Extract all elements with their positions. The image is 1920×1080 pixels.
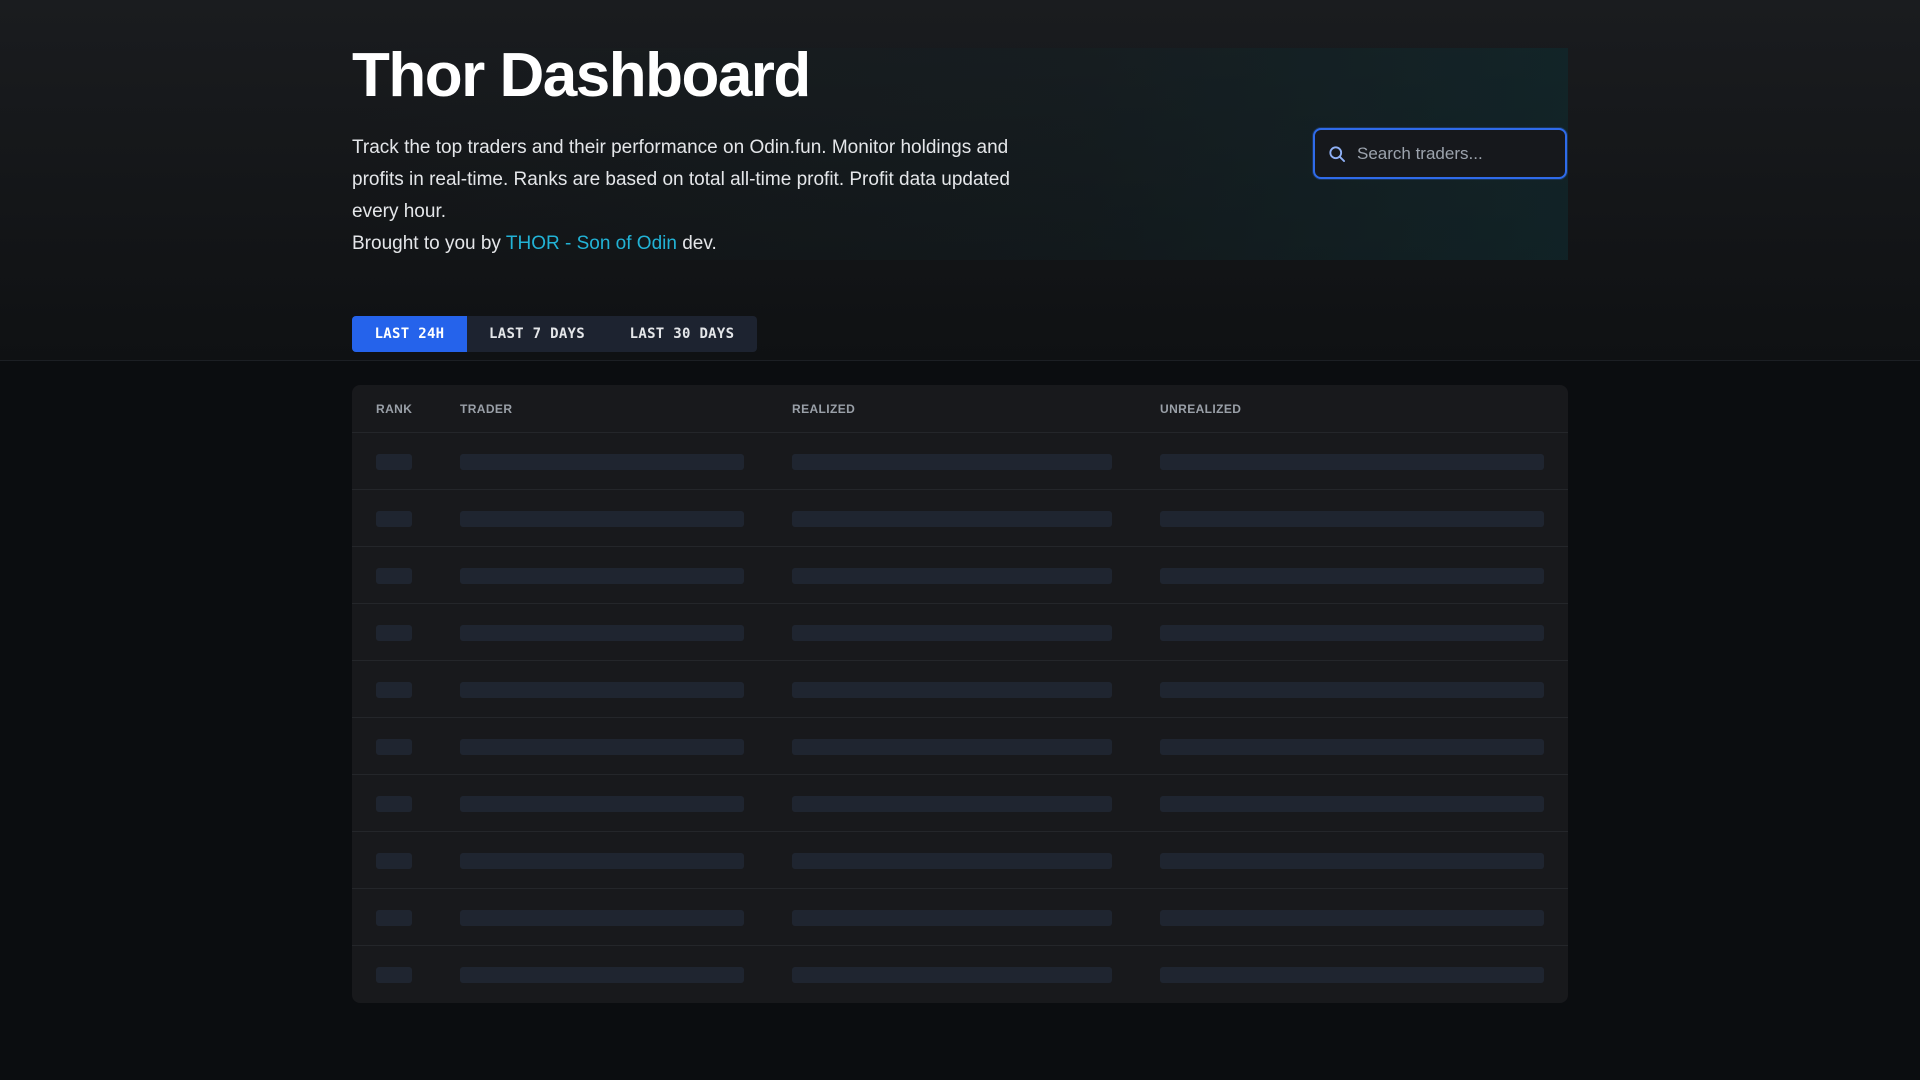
rank-skeleton (376, 910, 412, 926)
table-row (352, 946, 1568, 1003)
search-box[interactable] (1313, 128, 1567, 179)
unrealized-skeleton (1160, 739, 1544, 755)
table-row (352, 661, 1568, 718)
rank-skeleton (376, 739, 412, 755)
table-header: RANK TRADER REALIZED UNREALIZED (352, 385, 1568, 433)
trader-skeleton (460, 454, 744, 470)
realized-skeleton (792, 568, 1112, 584)
search-input[interactable] (1357, 143, 1547, 164)
trader-skeleton (460, 511, 744, 527)
table-row (352, 775, 1568, 832)
unrealized-skeleton (1160, 796, 1544, 812)
trader-skeleton (460, 967, 744, 983)
table-row (352, 718, 1568, 775)
trader-skeleton (460, 625, 744, 641)
column-header-trader[interactable]: TRADER (460, 385, 512, 433)
realized-skeleton (792, 796, 1112, 812)
table-row (352, 604, 1568, 661)
realized-skeleton (792, 511, 1112, 527)
unrealized-skeleton (1160, 682, 1544, 698)
realized-skeleton (792, 739, 1112, 755)
table-row (352, 490, 1568, 547)
realized-skeleton (792, 967, 1112, 983)
realized-skeleton (792, 853, 1112, 869)
unrealized-skeleton (1160, 910, 1544, 926)
tab-last-24h[interactable]: LAST 24H (352, 316, 467, 352)
unrealized-skeleton (1160, 967, 1544, 983)
realized-skeleton (792, 910, 1112, 926)
table-row (352, 433, 1568, 490)
search-icon (1329, 145, 1345, 162)
table-row (352, 889, 1568, 946)
trader-skeleton (460, 853, 744, 869)
rank-skeleton (376, 454, 412, 470)
tab-last-30-days[interactable]: LAST 30 DAYS (607, 316, 757, 352)
unrealized-skeleton (1160, 853, 1544, 869)
tab-last-7-days[interactable]: LAST 7 DAYS (467, 316, 607, 352)
rank-skeleton (376, 568, 412, 584)
column-header-realized[interactable]: REALIZED (792, 385, 855, 433)
rank-skeleton (376, 967, 412, 983)
byline-suffix: dev. (682, 233, 717, 254)
page-title: Thor Dashboard (352, 41, 811, 110)
rank-skeleton (376, 625, 412, 641)
rank-skeleton (376, 511, 412, 527)
traders-table: RANK TRADER REALIZED UNREALIZED (352, 385, 1568, 1003)
unrealized-skeleton (1160, 454, 1544, 470)
byline: Brought to you by THOR - Son of Odin dev… (352, 228, 717, 260)
rank-skeleton (376, 796, 412, 812)
table-body (352, 433, 1568, 1003)
unrealized-skeleton (1160, 511, 1544, 527)
time-range-tabs: LAST 24H LAST 7 DAYS LAST 30 DAYS (352, 316, 757, 352)
section-divider (0, 360, 1920, 361)
byline-prefix: Brought to you by (352, 233, 501, 254)
rank-skeleton (376, 853, 412, 869)
trader-skeleton (460, 739, 744, 755)
page-description: Track the top traders and their performa… (352, 137, 1010, 222)
trader-skeleton (460, 910, 744, 926)
trader-skeleton (460, 796, 744, 812)
realized-skeleton (792, 625, 1112, 641)
trader-skeleton (460, 682, 744, 698)
table-row (352, 832, 1568, 889)
thor-link[interactable]: THOR - Son of Odin (506, 233, 677, 254)
trader-skeleton (460, 568, 744, 584)
column-header-rank[interactable]: RANK (376, 385, 412, 433)
column-header-unrealized[interactable]: UNREALIZED (1160, 385, 1241, 433)
realized-skeleton (792, 454, 1112, 470)
unrealized-skeleton (1160, 568, 1544, 584)
table-row (352, 547, 1568, 604)
unrealized-skeleton (1160, 625, 1544, 641)
realized-skeleton (792, 682, 1112, 698)
rank-skeleton (376, 682, 412, 698)
